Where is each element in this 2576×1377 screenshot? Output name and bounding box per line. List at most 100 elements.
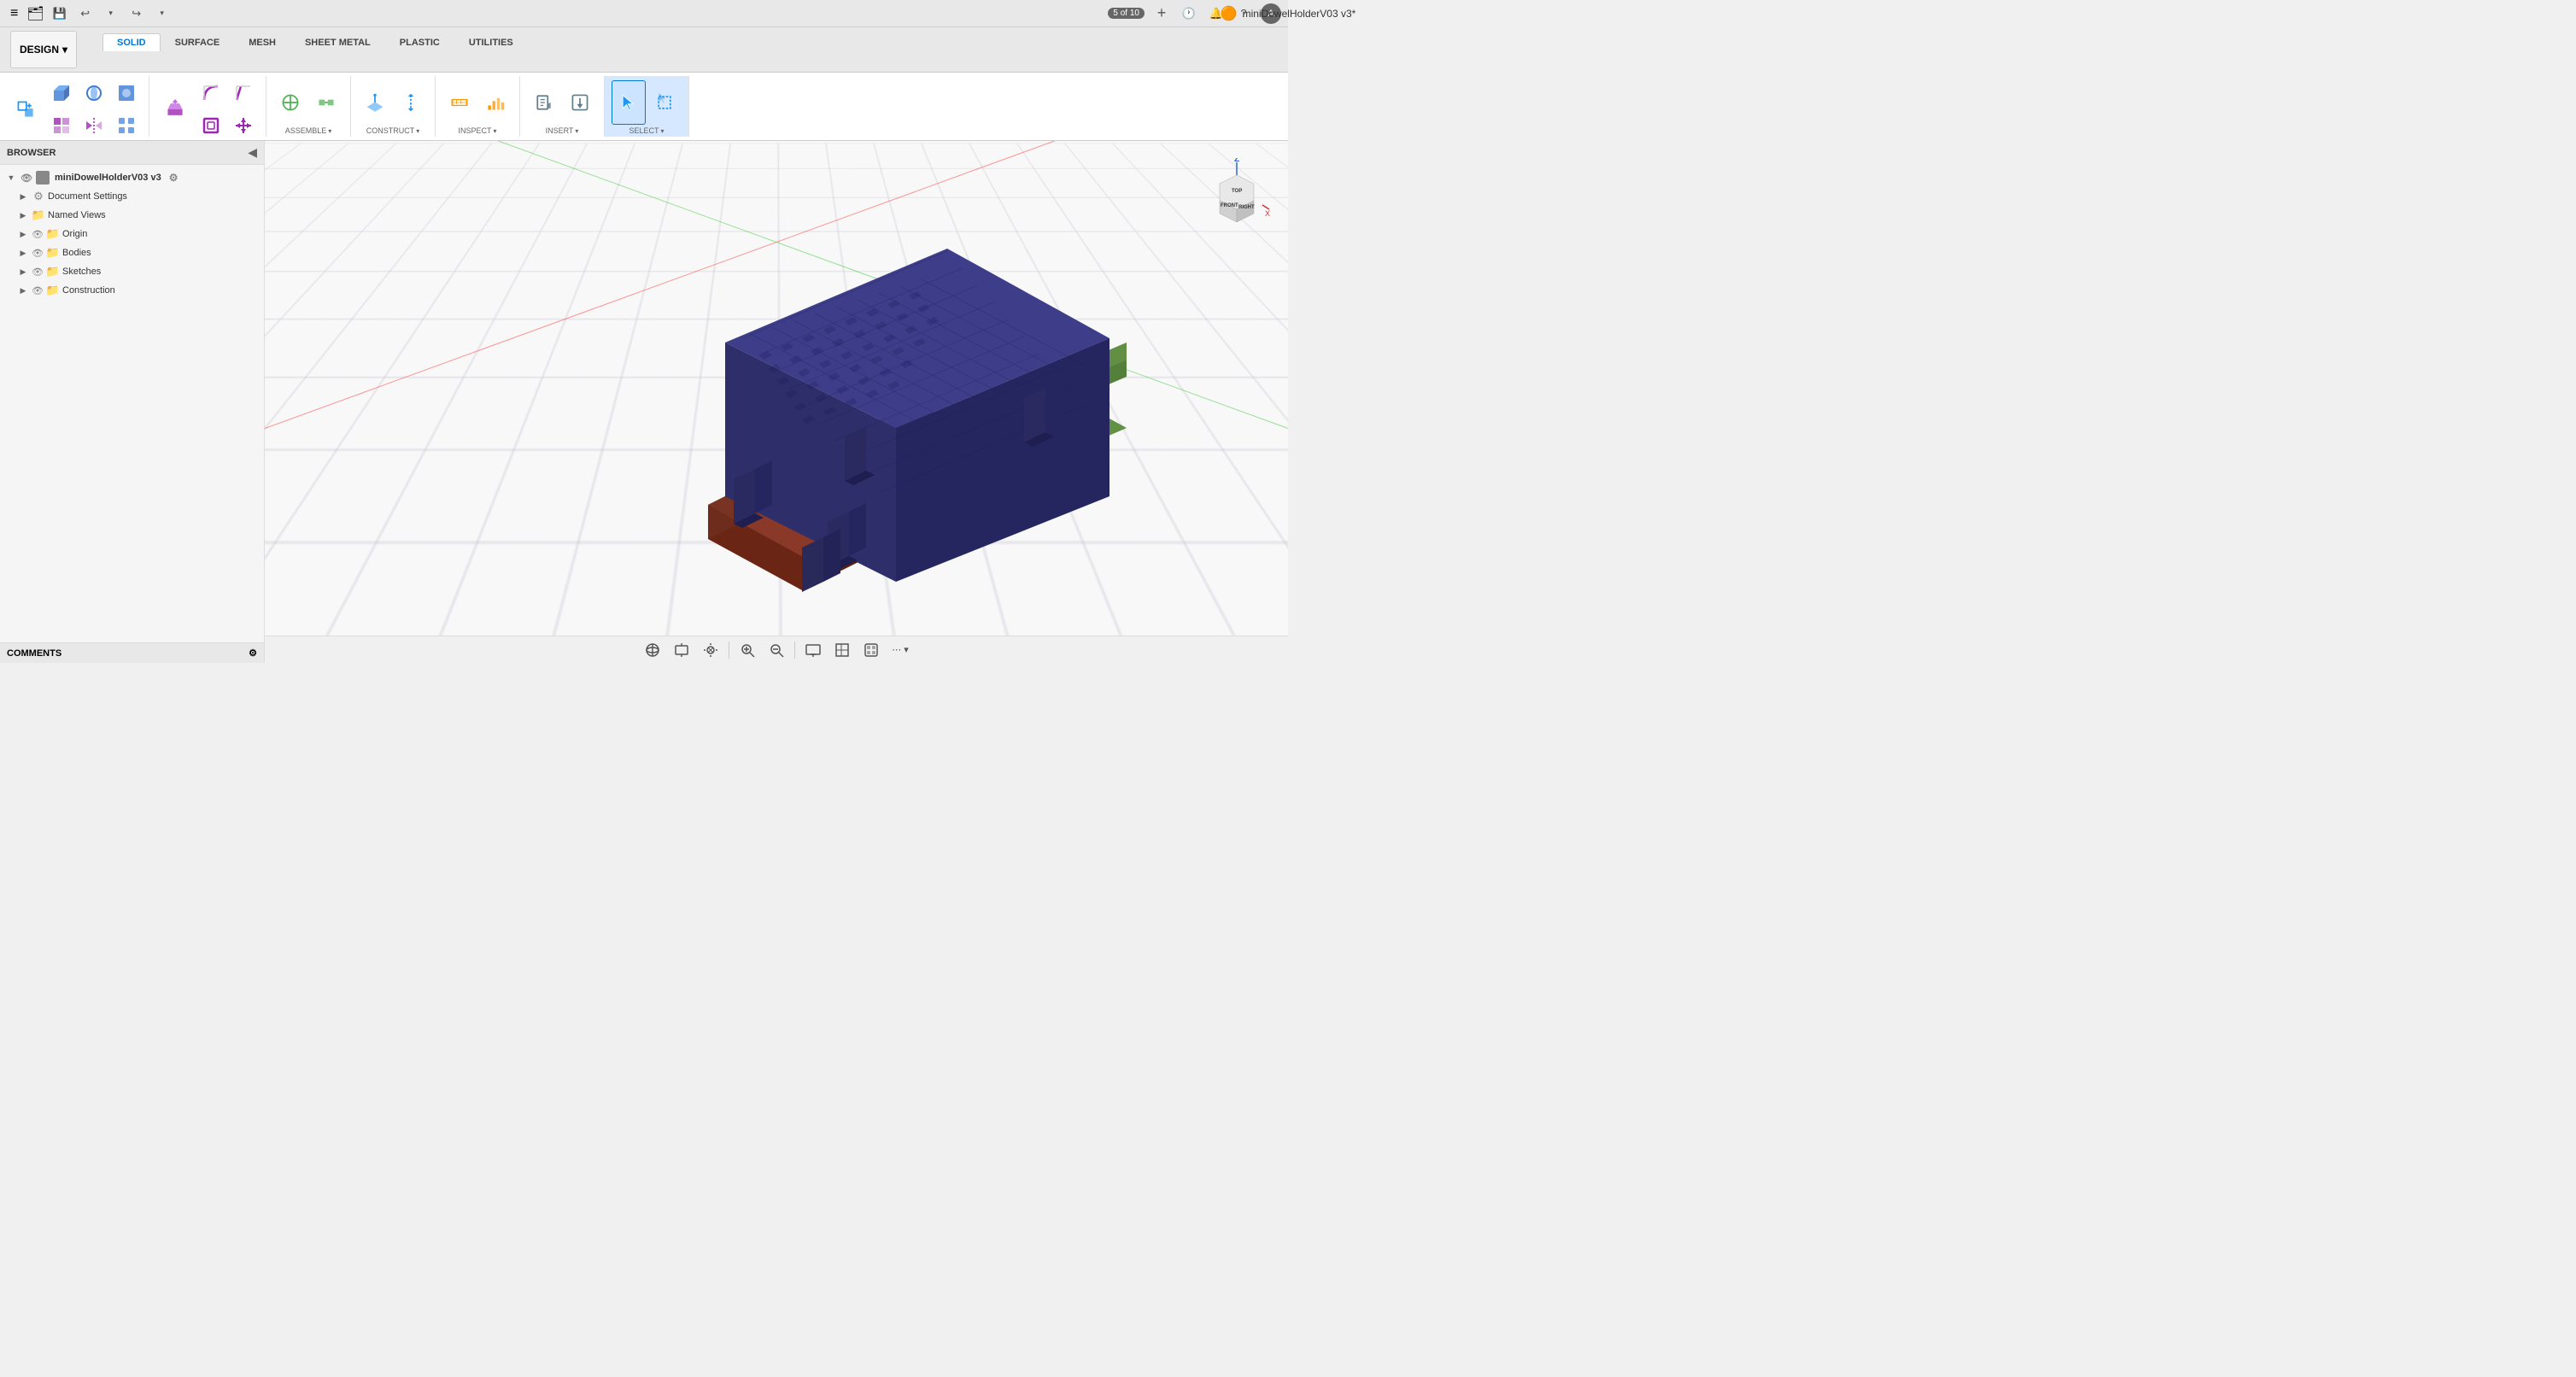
assemble-label: ASSEMBLE ▾ [285,126,332,135]
move-button[interactable] [228,110,259,141]
shell-button[interactable] [196,110,226,141]
named-views-label: Named Views [48,210,106,220]
save-button[interactable]: 💾 [50,3,70,24]
tree-item-bodies[interactable]: ▶ 👁 📁 Bodies [0,243,264,262]
select-box-button[interactable] [647,80,682,125]
ribbon-group-create: CREATE ▾ [0,76,149,137]
root-expand[interactable]: ▼ [5,172,17,184]
redo-dropdown[interactable]: ▾ [152,3,173,24]
sketches-label: Sketches [62,267,101,277]
tree-item-construction[interactable]: ▶ 👁 📁 Construction [0,281,264,300]
assemble-items [273,78,343,126]
tab-count-badge: 5 of 10 [1108,8,1145,19]
ribbon-group-construct: CONSTRUCT ▾ [351,76,436,137]
settings-toggle-button[interactable]: ⋯ ▾ [889,639,911,661]
add-tab-button[interactable]: + [1151,3,1172,24]
tab-plastic[interactable]: PLASTIC [385,33,454,51]
undo-dropdown[interactable]: ▾ [101,3,121,24]
fillet-button[interactable] [196,78,226,108]
origin-label: Origin [62,229,87,239]
insert-button2[interactable] [563,80,597,125]
ribbon-group-insert: INSERT ▾ [520,76,605,137]
construct-plane-button[interactable] [358,80,392,125]
design-button[interactable]: DESIGN ▾ [10,31,77,68]
more-display-button[interactable] [860,639,882,661]
chamfer-button[interactable] [228,78,259,108]
origin-folder-icon: 📁 [46,227,60,241]
root-eye-icon[interactable]: 👁 [20,171,33,185]
bodies-folder-icon: 📁 [46,246,60,260]
mirror-button[interactable] [79,110,109,141]
origin-expand[interactable]: ▶ [17,228,29,240]
tab-surface[interactable]: SURFACE [161,33,235,51]
tab-sheet-metal[interactable]: SHEET METAL [290,33,385,51]
sketches-expand[interactable]: ▶ [17,266,29,278]
ribbon-group-assemble: ASSEMBLE ▾ [266,76,351,137]
grid-display-button[interactable] [831,639,853,661]
create-items [7,78,142,141]
document-title: miniDowelHolderV03 v3* [1243,8,1356,20]
bodies-eye-icon[interactable]: 👁 [32,247,44,259]
svg-text:RIGHT: RIGHT [1238,205,1255,210]
display-settings-button[interactable] [802,639,824,661]
insert-icon1 [534,92,554,113]
comments-settings-icon[interactable]: ⚙ [249,647,257,659]
tree-item-sketches[interactable]: ▶ 👁 📁 Sketches [0,262,264,281]
construct-axis-button[interactable] [394,80,428,125]
select-cursor-button[interactable] [612,80,646,125]
construction-eye-icon[interactable]: 👁 [32,284,44,296]
orbit-button[interactable] [641,639,664,661]
tab-solid[interactable]: SOLID [102,33,161,51]
tree-item-named-views[interactable]: ▶ 📁 Named Views [0,206,264,225]
app-menu-button[interactable]: ≡ [7,4,21,23]
construction-label: Construction [62,285,115,296]
pattern-button[interactable] [46,110,77,141]
extrude-button[interactable] [46,78,77,108]
look-at-button[interactable] [670,639,693,661]
hole-button[interactable] [111,78,142,108]
assemble-button[interactable] [273,80,307,125]
undo-button[interactable]: ↩ [75,3,96,24]
joint-button[interactable] [309,80,343,125]
insert-icon2 [570,92,590,113]
tab-utilities[interactable]: UTILITIES [454,33,528,51]
inspect-label: INSPECT ▾ [458,126,496,135]
named-views-expand[interactable]: ▶ [17,209,29,221]
view-cube[interactable]: Z X FRONT RIGHT TOP [1203,158,1271,226]
tree-item-origin[interactable]: ▶ 👁 📁 Origin [0,225,264,243]
press-pull-icon [165,99,185,120]
zoom-fit-button[interactable] [736,639,758,661]
root-settings-icon[interactable]: ⚙ [169,172,179,184]
zoom-button[interactable] [765,639,787,661]
measure-icon [449,92,470,113]
construct-axis-icon [401,92,421,113]
pan-button[interactable] [700,639,722,661]
svg-text:FRONT: FRONT [1221,203,1238,208]
sketches-eye-icon[interactable]: 👁 [32,266,44,278]
new-component-button[interactable] [7,87,44,132]
clock-button[interactable]: 🕐 [1179,3,1199,24]
redo-button[interactable]: ↪ [126,3,147,24]
origin-eye-icon[interactable]: 👁 [32,228,44,240]
doc-settings-expand[interactable]: ▶ [17,190,29,202]
press-pull-button[interactable] [156,87,194,132]
revolve-button[interactable] [79,78,109,108]
bodies-expand[interactable]: ▶ [17,247,29,259]
doc-settings-label: Document Settings [48,191,127,202]
ribbon-group-select: SELECT ▾ [605,76,689,137]
tree-item-doc-settings[interactable]: ▶ ⚙ Document Settings [0,187,264,206]
select-items [612,78,682,126]
select-cursor-icon [618,92,639,113]
construct-items [358,78,428,126]
insert-button1[interactable] [527,80,561,125]
ribbon-group-modify: MODIFY ▾ [149,76,266,137]
viewport[interactable]: Z X Z X FRONT [265,141,1288,663]
analysis-button[interactable] [478,80,512,125]
tree-root-item[interactable]: ▼ 👁 miniDowelHolderV03 v3 ⚙ [0,168,264,187]
construction-expand[interactable]: ▶ [17,284,29,296]
named-views-folder-icon: 📁 [32,208,45,222]
more-create-button[interactable] [111,110,142,141]
measure-button[interactable] [442,80,477,125]
browser-collapse-button[interactable]: ◀ [248,145,257,160]
tab-mesh[interactable]: MESH [234,33,290,51]
